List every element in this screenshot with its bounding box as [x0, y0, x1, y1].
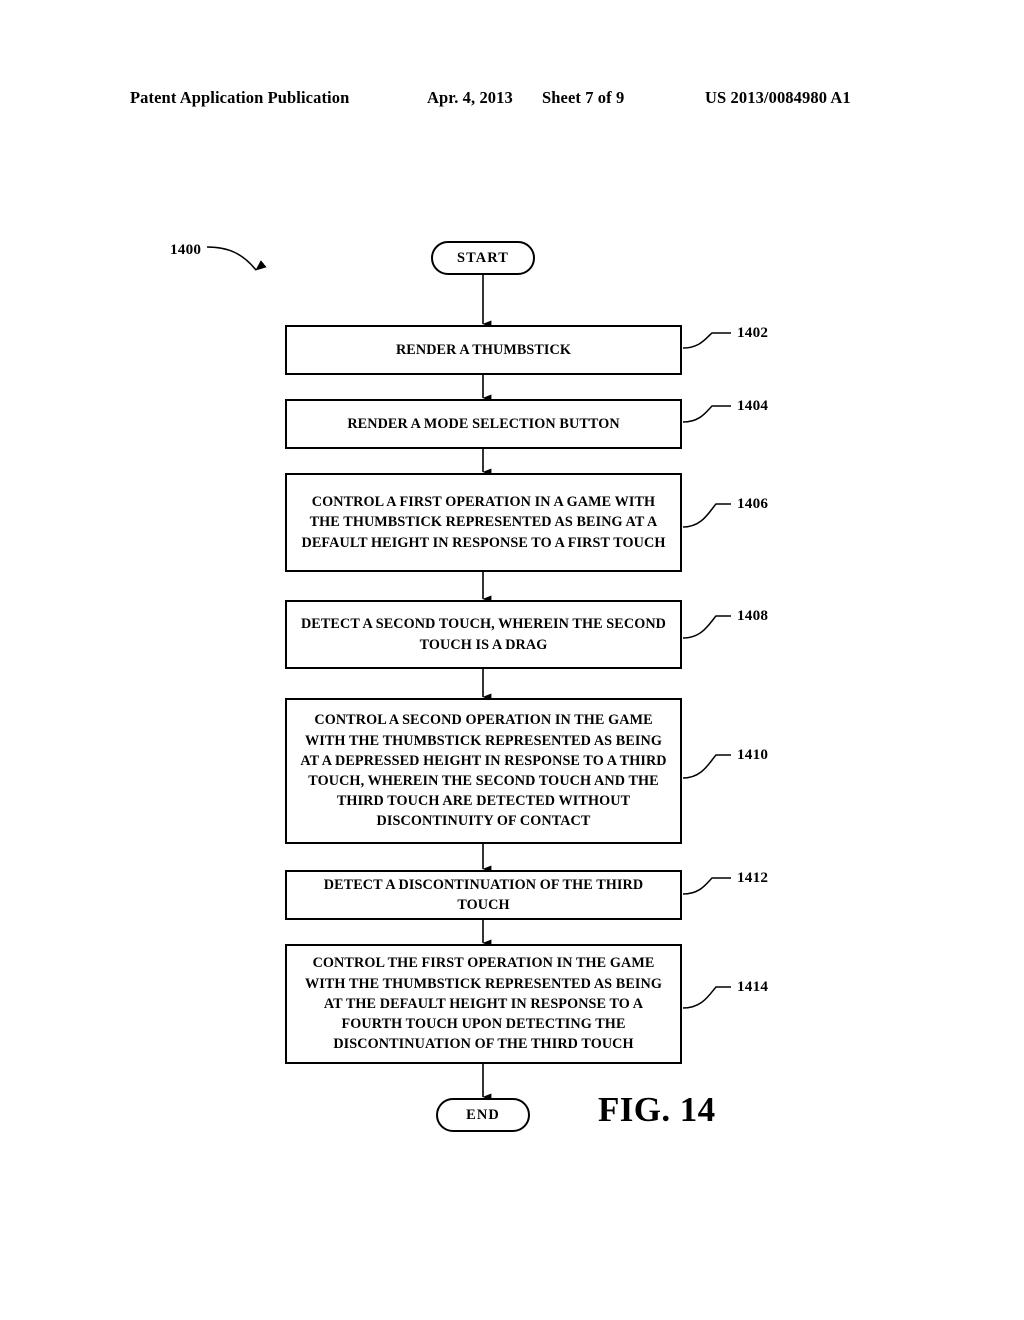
- step-1414-text: CONTROL THE FIRST OPERATION IN THE GAME …: [304, 955, 663, 1053]
- reference-numeral-1400: 1400: [170, 241, 202, 258]
- step-1406-text: CONTROL A FIRST OPERATION IN A GAME WITH…: [301, 494, 666, 551]
- flowchart-step-1406: CONTROL A FIRST OPERATION IN A GAME WITH…: [285, 473, 682, 572]
- reference-numeral-1410: 1410: [737, 746, 769, 763]
- reference-numeral-1408: 1408: [737, 607, 769, 624]
- step-1410-text: CONTROL A SECOND OPERATION IN THE GAME W…: [300, 712, 667, 830]
- reference-numeral-1402: 1402: [737, 324, 769, 341]
- flowchart-step-1414: CONTROL THE FIRST OPERATION IN THE GAME …: [285, 944, 682, 1064]
- flowchart-start-terminator: START: [431, 241, 535, 275]
- flowchart-step-1412: DETECT A DISCONTINUATION OF THE THIRD TO…: [285, 870, 682, 920]
- end-label: END: [466, 1106, 500, 1123]
- reference-numeral-1412: 1412: [737, 869, 769, 886]
- reference-numeral-1414: 1414: [737, 978, 769, 995]
- step-1412-text: DETECT A DISCONTINUATION OF THE THIRD TO…: [323, 876, 644, 913]
- flowchart-step-1410: CONTROL A SECOND OPERATION IN THE GAME W…: [285, 698, 682, 844]
- flowchart-end-terminator: END: [436, 1098, 530, 1132]
- flowchart-step-1408: DETECT A SECOND TOUCH, WHEREIN THE SECON…: [285, 600, 682, 669]
- reference-numeral-1406: 1406: [737, 495, 769, 512]
- start-label: START: [457, 249, 509, 266]
- figure-caption: FIG. 14: [598, 1090, 716, 1129]
- flowchart-diagram: START RENDER A THUMBSTICK RENDER A MODE …: [0, 0, 1024, 1320]
- flowchart-step-1402: RENDER A THUMBSTICK: [285, 325, 682, 375]
- reference-numeral-1404: 1404: [737, 397, 769, 414]
- flowchart-step-1404: RENDER A MODE SELECTION BUTTON: [285, 399, 682, 449]
- step-1404-text: RENDER A MODE SELECTION BUTTON: [347, 415, 620, 432]
- step-1408-text: DETECT A SECOND TOUCH, WHEREIN THE SECON…: [300, 616, 667, 653]
- step-1402-text: RENDER A THUMBSTICK: [395, 341, 572, 358]
